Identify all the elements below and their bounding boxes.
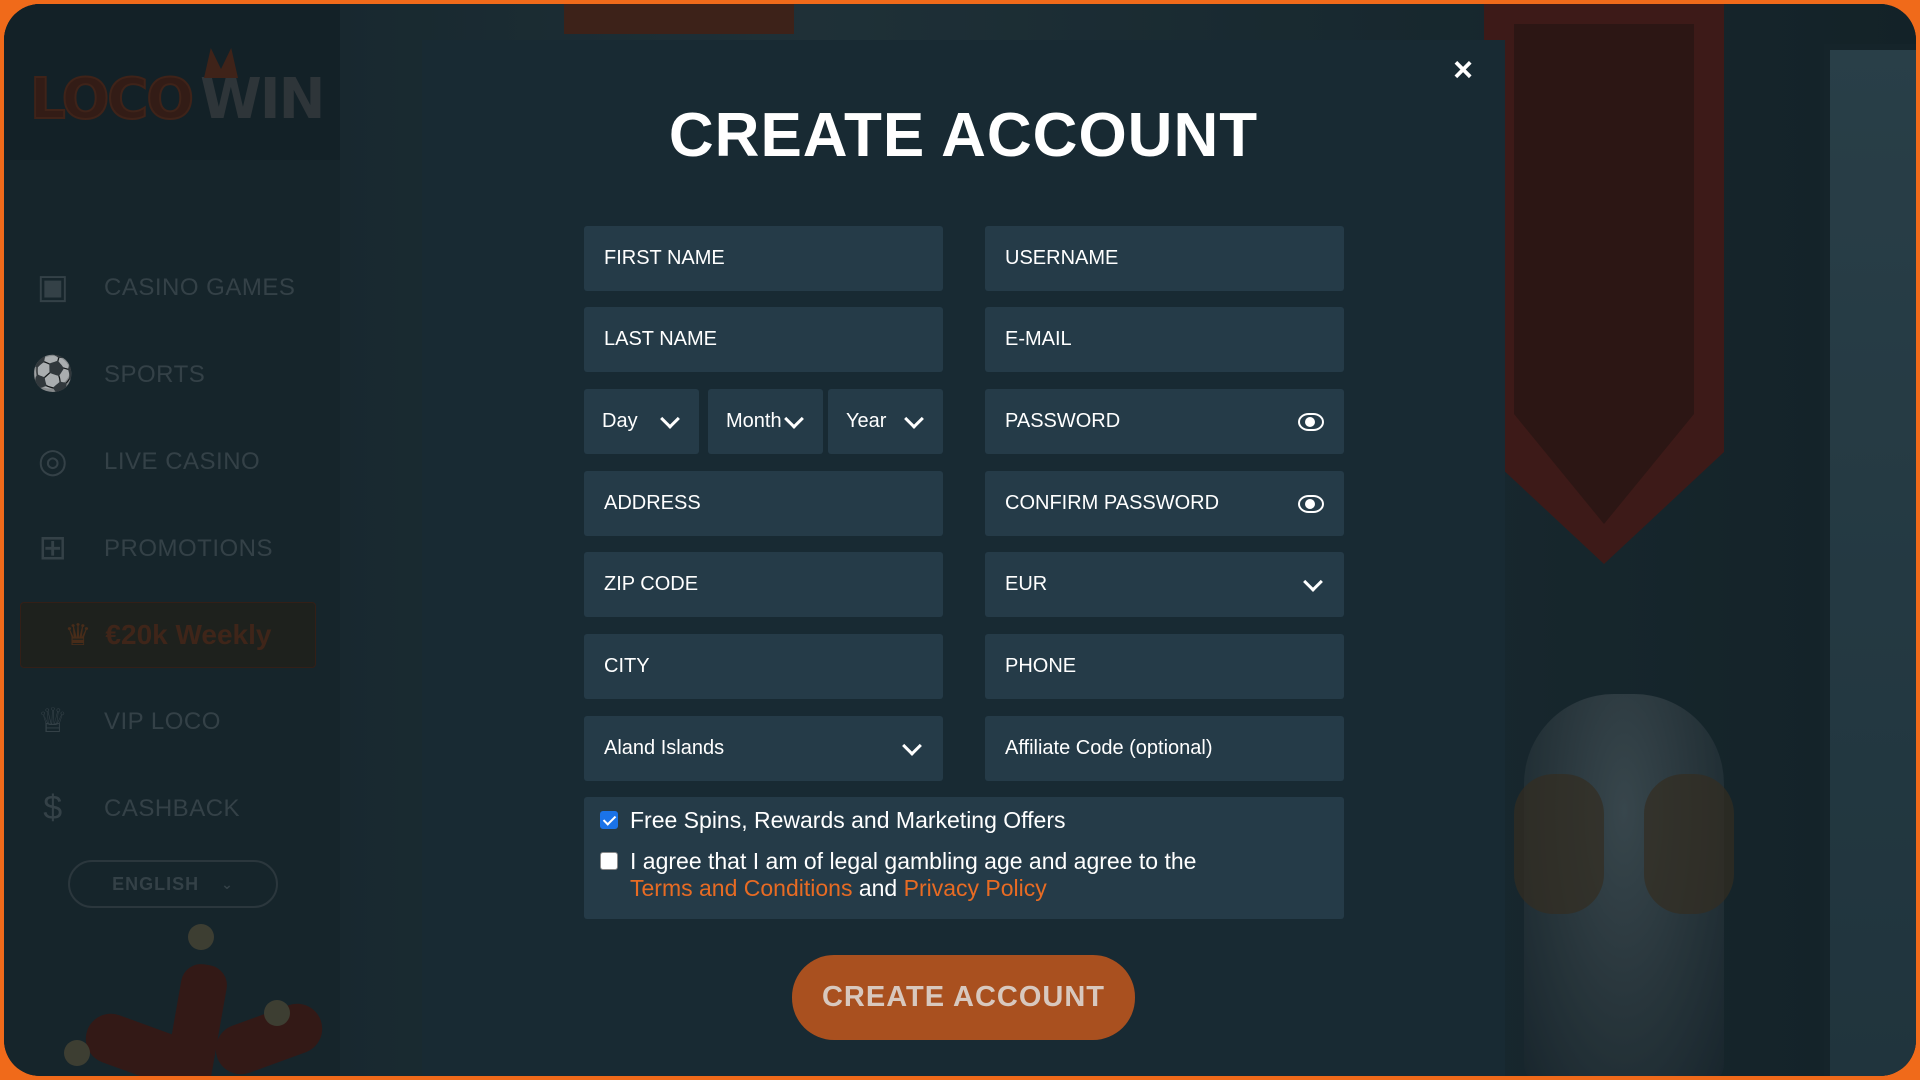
- create-account-button[interactable]: CREATE ACCOUNT: [792, 955, 1135, 1040]
- terms-link[interactable]: Terms and Conditions: [630, 875, 852, 901]
- dob-month-label: Month: [726, 410, 782, 432]
- email-field[interactable]: E-MAIL: [985, 307, 1344, 372]
- currency-select[interactable]: EUR: [985, 552, 1344, 617]
- chevron-down-icon: [784, 408, 804, 429]
- first-name-field[interactable]: FIRST NAME: [584, 226, 943, 291]
- address-placeholder: ADDRESS: [604, 492, 701, 514]
- terms-consent-row: I agree that I am of legal gambling age …: [600, 848, 1328, 902]
- chevron-down-icon: [902, 735, 922, 756]
- dob-day-label: Day: [602, 410, 638, 432]
- phone-field[interactable]: PHONE: [985, 634, 1344, 699]
- password-field[interactable]: PASSWORD: [985, 389, 1344, 454]
- confirm-password-placeholder: CONFIRM PASSWORD: [1005, 492, 1220, 514]
- terms-checkbox[interactable]: [600, 852, 618, 870]
- phone-placeholder: PHONE: [1005, 655, 1077, 677]
- last-name-placeholder: LAST NAME: [604, 328, 717, 350]
- eye-icon[interactable]: [1298, 412, 1324, 431]
- dob-day-select[interactable]: Day: [584, 389, 699, 454]
- create-account-modal: × CREATE ACCOUNT FIRST NAME USERNAME LAS…: [422, 40, 1505, 1076]
- username-placeholder: USERNAME: [1005, 247, 1119, 269]
- modal-title: CREATE ACCOUNT: [668, 101, 1259, 170]
- city-placeholder: CITY: [604, 655, 650, 677]
- confirm-password-field[interactable]: CONFIRM PASSWORD: [985, 471, 1344, 536]
- first-name-placeholder: FIRST NAME: [604, 247, 725, 269]
- affiliate-code-placeholder: Affiliate Code (optional): [1005, 737, 1213, 759]
- eye-icon[interactable]: [1298, 494, 1324, 513]
- and-text: and: [858, 875, 898, 901]
- dob-month-select[interactable]: Month: [708, 389, 823, 454]
- password-placeholder: PASSWORD: [1005, 410, 1121, 432]
- dob-year-select[interactable]: Year: [828, 389, 943, 454]
- address-field[interactable]: ADDRESS: [584, 471, 943, 536]
- dob-year-label: Year: [846, 410, 887, 432]
- chevron-down-icon: [1303, 571, 1323, 592]
- consent-box: Free Spins, Rewards and Marketing Offers…: [584, 797, 1344, 919]
- marketing-consent-label: Free Spins, Rewards and Marketing Offers: [630, 807, 1066, 833]
- city-field[interactable]: CITY: [584, 634, 943, 699]
- marketing-checkbox[interactable]: [600, 811, 618, 829]
- terms-consent-text: I agree that I am of legal gambling age …: [630, 848, 1196, 902]
- username-field[interactable]: USERNAME: [985, 226, 1344, 291]
- chevron-down-icon: [660, 408, 680, 429]
- email-placeholder: E-MAIL: [1005, 328, 1072, 350]
- app-frame: LOCO WIN ▣ CASINO GAMES ⚽ SPORTS ◎ LIVE …: [4, 4, 1916, 1076]
- affiliate-code-field[interactable]: Affiliate Code (optional): [985, 716, 1344, 781]
- zip-code-field[interactable]: ZIP CODE: [584, 552, 943, 617]
- zip-code-placeholder: ZIP CODE: [604, 573, 699, 595]
- currency-value: EUR: [1005, 573, 1048, 595]
- marketing-consent-row: Free Spins, Rewards and Marketing Offers: [600, 807, 1328, 834]
- country-value: Aland Islands: [604, 737, 725, 759]
- last-name-field[interactable]: LAST NAME: [584, 307, 943, 372]
- close-icon[interactable]: ×: [1443, 50, 1483, 90]
- privacy-policy-link[interactable]: Privacy Policy: [904, 875, 1047, 901]
- country-select[interactable]: Aland Islands: [584, 716, 943, 781]
- chevron-down-icon: [904, 408, 924, 429]
- terms-consent-label: I agree that I am of legal gambling age …: [630, 848, 1197, 874]
